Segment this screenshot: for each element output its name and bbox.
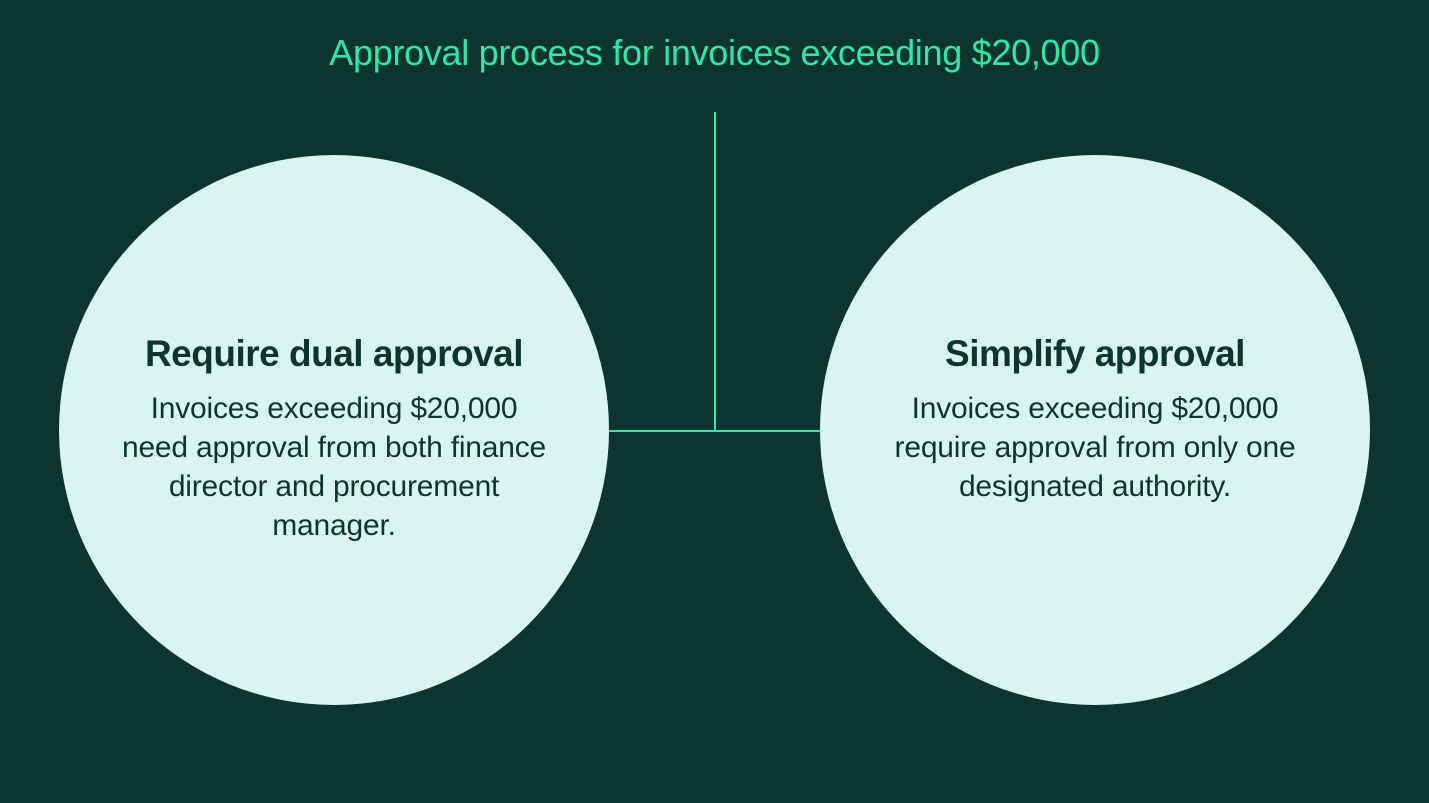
option-simplify-approval: Simplify approval Invoices exceeding $20… — [820, 155, 1370, 705]
option-heading: Simplify approval — [945, 333, 1245, 375]
connector-vertical-line — [714, 112, 716, 432]
option-body: Invoices exceeding $20,000 need approval… — [114, 389, 554, 545]
option-dual-approval: Require dual approval Invoices exceeding… — [59, 155, 609, 705]
diagram-title: Approval process for invoices exceeding … — [0, 32, 1429, 74]
option-heading: Require dual approval — [145, 333, 523, 375]
connector-horizontal-line — [590, 430, 840, 432]
option-body: Invoices exceeding $20,000 require appro… — [875, 389, 1315, 506]
